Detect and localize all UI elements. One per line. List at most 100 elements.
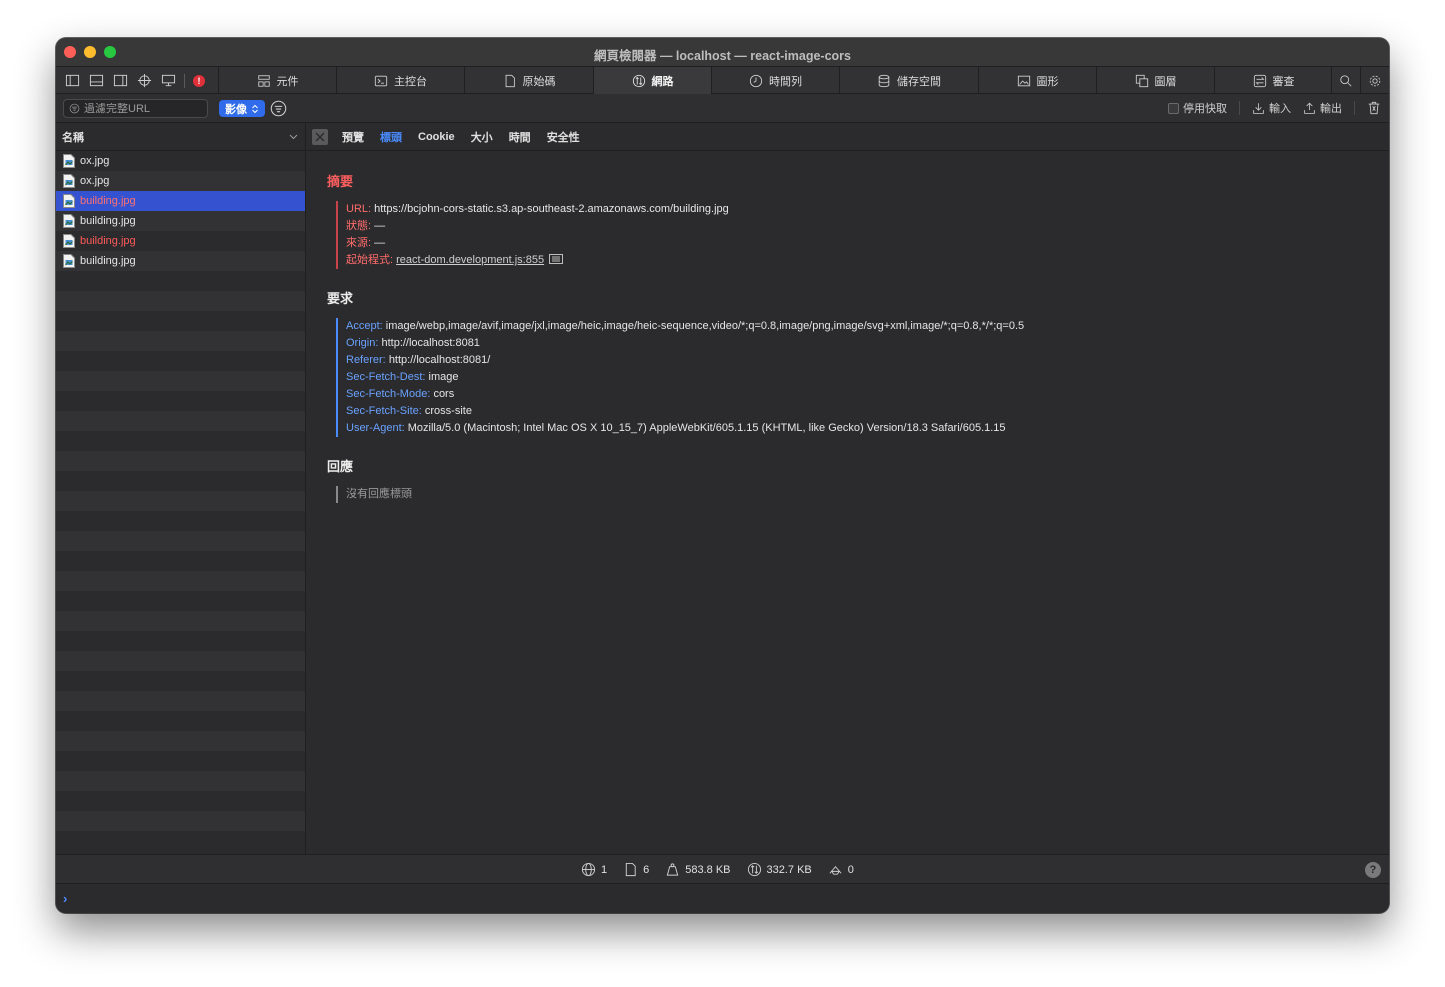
resource-type-select[interactable]: 影像 xyxy=(219,100,265,117)
network-icon xyxy=(632,74,645,87)
trash-icon[interactable] xyxy=(1367,101,1381,115)
empty-row xyxy=(56,551,305,571)
settings-button[interactable] xyxy=(1360,67,1389,94)
redirects-stat: 0 xyxy=(828,862,854,877)
empty-row xyxy=(56,471,305,491)
tab-label: 原始碼 xyxy=(522,75,556,88)
summary-value: — xyxy=(374,237,386,249)
dock-controls: ! xyxy=(56,67,218,94)
quick-console[interactable]: › xyxy=(56,884,1389,913)
redirects-count: 0 xyxy=(847,863,854,876)
network-stats: 1 6 583.8 KB 332.7 KB 0 xyxy=(581,855,854,884)
tab-audit[interactable]: 審查 xyxy=(1214,67,1332,94)
request-header-row: Referer: http://localhost:8081/ xyxy=(346,352,1389,369)
import-label: 輸入 xyxy=(1269,103,1291,115)
empty-row xyxy=(56,831,305,851)
gear-icon xyxy=(1369,75,1381,86)
disable-cache-label: 停用快取 xyxy=(1183,103,1227,115)
resources-count: 6 xyxy=(643,863,650,876)
tab-storage[interactable]: 儲存空間 xyxy=(839,67,978,94)
dock-bottom-icon[interactable] xyxy=(88,73,104,89)
header-value: http://localhost:8081/ xyxy=(388,354,491,366)
name-column-header[interactable]: 名稱 xyxy=(56,123,305,151)
more-filters-icon[interactable] xyxy=(270,100,287,117)
error-indicator-icon[interactable]: ! xyxy=(193,74,205,87)
tab-headers[interactable]: 標頭 xyxy=(380,129,402,145)
import-button[interactable]: 輸入 xyxy=(1252,100,1291,116)
tab-layers[interactable]: 圖層 xyxy=(1096,67,1214,94)
tab-label: 圖形 xyxy=(1036,75,1059,88)
request-row-selected[interactable]: building.jpg xyxy=(56,191,305,211)
element-picker-icon[interactable] xyxy=(136,73,152,89)
tab-timelines[interactable]: 時間列 xyxy=(711,67,839,94)
dock-right-icon[interactable] xyxy=(112,73,128,89)
detail-tabs: 預覽 標頭 Cookie 大小 時間 安全性 xyxy=(307,123,1389,151)
close-detail-button[interactable] xyxy=(312,128,328,145)
resource-size-stat: 332.7 KB xyxy=(747,862,812,877)
tab-elements[interactable]: 元件 xyxy=(218,67,336,94)
response-section-title: 回應 xyxy=(327,459,354,474)
empty-row xyxy=(56,351,305,371)
tab-label: 主控台 xyxy=(394,75,427,88)
image-file-icon xyxy=(63,174,75,188)
header-key: Referer: xyxy=(346,354,386,366)
response-headers-group: 沒有回應標頭 xyxy=(336,486,1389,503)
image-file-icon xyxy=(63,254,75,268)
tab-security[interactable]: 安全性 xyxy=(547,129,580,145)
initiator-link[interactable]: react-dom.development.js:855 xyxy=(396,254,544,266)
header-value: cross-site xyxy=(424,405,472,417)
header-key: Sec-Fetch-Mode: xyxy=(346,388,431,400)
request-name: ox.jpg xyxy=(80,175,110,187)
tab-preview[interactable]: 預覽 xyxy=(342,129,364,145)
tab-network[interactable]: 網路 xyxy=(593,67,711,94)
weight-icon xyxy=(666,863,679,876)
tab-timing[interactable]: 時間 xyxy=(509,129,531,145)
tab-cookies[interactable]: Cookie xyxy=(418,131,455,143)
summary-value: https://bcjohn-cors-static.s3.ap-southea… xyxy=(374,203,729,215)
tab-sources[interactable]: 原始碼 xyxy=(464,67,593,94)
empty-row xyxy=(56,331,305,351)
call-stack-icon[interactable] xyxy=(549,254,564,264)
request-row[interactable]: building.jpg xyxy=(56,211,305,231)
help-button[interactable]: ? xyxy=(1365,862,1381,878)
divider xyxy=(1354,101,1355,115)
toolbar-right xyxy=(1331,67,1389,94)
request-row[interactable]: building.jpg xyxy=(56,231,305,251)
empty-row xyxy=(56,651,305,671)
tab-label: 圖層 xyxy=(1154,75,1177,88)
dock-left-icon[interactable] xyxy=(64,73,80,89)
request-list: 名稱 ox.jpg ox.jpg building.jpg building.j… xyxy=(56,123,306,854)
request-row[interactable]: ox.jpg xyxy=(56,151,305,171)
console-icon xyxy=(374,75,388,86)
header-key: Sec-Fetch-Dest: xyxy=(346,371,426,383)
url-filter-input[interactable] xyxy=(84,102,194,115)
disable-cache-toggle[interactable]: 停用快取 xyxy=(1168,100,1227,116)
header-value: image/webp,image/avif,image/jxl,image/he… xyxy=(385,320,1025,332)
empty-row xyxy=(56,491,305,511)
export-button[interactable]: 輸出 xyxy=(1303,100,1342,116)
tab-graphics[interactable]: 圖形 xyxy=(978,67,1096,94)
document-icon xyxy=(625,862,636,877)
transferred-stat: 583.8 KB xyxy=(665,862,731,877)
request-row[interactable]: building.jpg xyxy=(56,251,305,271)
globe-icon xyxy=(581,862,596,877)
chevron-updown-icon xyxy=(252,104,258,113)
url-filter-field[interactable] xyxy=(63,99,208,118)
disable-cache-checkbox[interactable] xyxy=(1168,102,1179,114)
resource-type-value: 影像 xyxy=(225,103,247,116)
tab-sizes[interactable]: 大小 xyxy=(471,129,493,145)
empty-row xyxy=(56,271,305,291)
request-header-row: Sec-Fetch-Mode: cors xyxy=(346,386,1389,403)
redirect-icon xyxy=(829,865,842,875)
request-name: building.jpg xyxy=(80,215,136,227)
layers-icon xyxy=(1135,74,1148,87)
summary-url: URL: https://bcjohn-cors-static.s3.ap-so… xyxy=(346,201,1389,218)
tab-label: 時間列 xyxy=(769,75,802,88)
tab-console[interactable]: 主控台 xyxy=(336,67,464,94)
search-button[interactable] xyxy=(1331,67,1360,94)
empty-row xyxy=(56,811,305,831)
device-settings-icon[interactable] xyxy=(160,73,176,89)
empty-row xyxy=(56,431,305,451)
empty-row xyxy=(56,311,305,331)
request-row[interactable]: ox.jpg xyxy=(56,171,305,191)
